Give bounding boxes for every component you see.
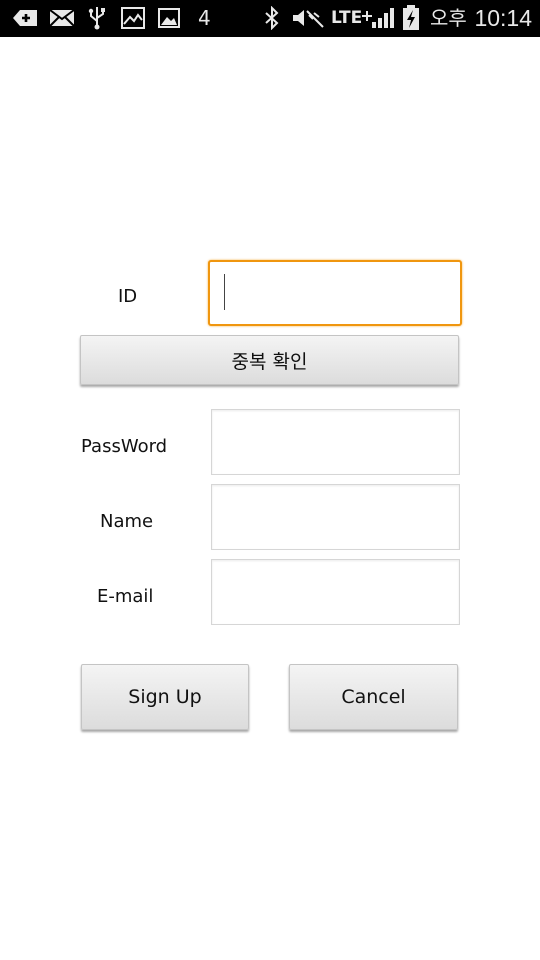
sign-up-screen: 4 LTE 오후 10:14 ID 중복 확인 PassWord Name E-…	[0, 0, 540, 960]
email-label: E-mail	[97, 586, 154, 607]
password-input[interactable]	[211, 409, 460, 475]
mute-icon	[290, 6, 326, 30]
bluetooth-icon	[262, 6, 282, 30]
gallery-icon	[120, 6, 146, 30]
email-input[interactable]	[211, 559, 460, 625]
network-type-label: LTE	[331, 8, 363, 28]
name-input[interactable]	[211, 484, 460, 550]
image-icon	[157, 6, 181, 30]
id-label: ID	[118, 286, 138, 307]
sign-up-button[interactable]: Sign Up	[81, 664, 249, 730]
text-cursor	[224, 274, 225, 310]
check-duplicate-button[interactable]: 중복 확인	[80, 335, 459, 385]
cancel-button[interactable]: Cancel	[289, 664, 458, 730]
status-bar: 4 LTE 오후 10:14	[0, 0, 540, 37]
name-label: Name	[100, 511, 154, 532]
battery-charging-icon	[400, 5, 422, 30]
id-input[interactable]	[208, 260, 462, 326]
ampm-label: 오후	[430, 6, 467, 30]
mail-icon	[48, 6, 76, 30]
add-icon	[10, 6, 40, 30]
password-label: PassWord	[81, 436, 168, 457]
usb-icon	[86, 6, 108, 30]
notification-count: 4	[198, 6, 211, 30]
clock: 10:14	[474, 5, 532, 31]
signal-icon	[370, 6, 396, 30]
